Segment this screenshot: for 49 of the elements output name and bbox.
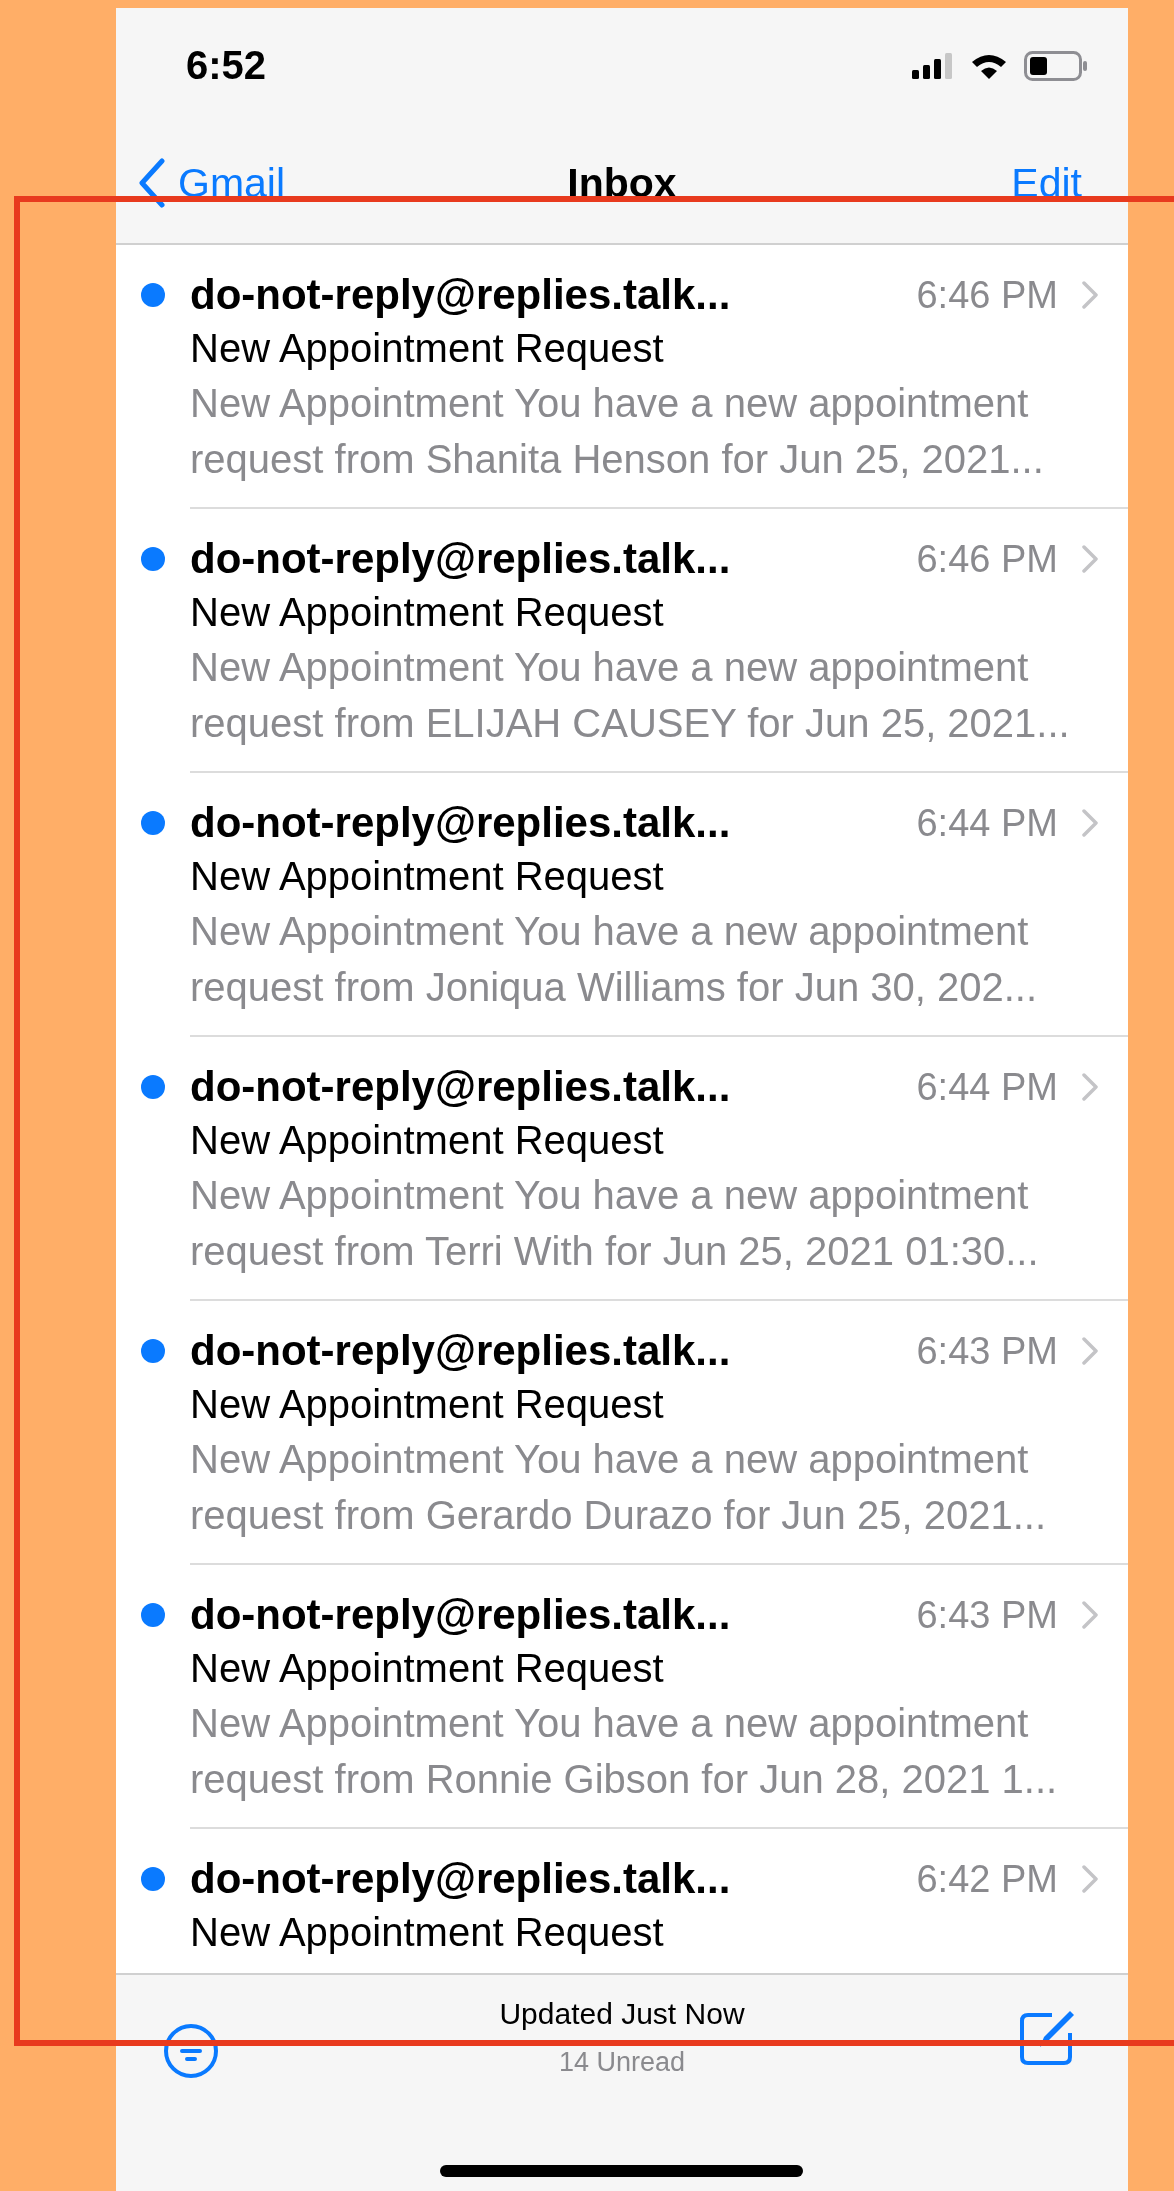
sender: do-not-reply@replies.talk... xyxy=(190,1854,731,1904)
sender: do-not-reply@replies.talk... xyxy=(190,534,731,584)
message-row[interactable]: do-not-reply@replies.talk... 6:44 PM New Appointment Request New Appointment You have a new appointment request from Terri With for Jun 25, 2021 01:30... xyxy=(116,1037,1128,1301)
sender: do-not-reply@replies.talk... xyxy=(190,1326,731,1376)
update-status: Updated Just Now xyxy=(499,1997,745,2031)
sender: do-not-reply@replies.talk... xyxy=(190,798,731,848)
message-row[interactable]: do-not-reply@replies.talk... 6:42 PM New Appointment Request xyxy=(116,1829,1128,1973)
message-subject: New Appointment Request xyxy=(190,853,665,900)
message-row[interactable]: do-not-reply@replies.talk... 6:43 PM New Appointment Request New Appointment You have a new appointment request from Gerardo Durazo for Jun 25, 2021... xyxy=(116,1301,1128,1565)
sender: do-not-reply@replies.talk... xyxy=(190,1062,731,1112)
message-subject: New Appointment Request xyxy=(190,1381,665,1428)
chevron-right-icon xyxy=(1082,1601,1098,1629)
signal-icon xyxy=(912,52,954,79)
message-preview: New Appointment You have a new appointment request from Ronnie Gibson for Jun 28, 2021 1... xyxy=(190,1700,1059,1803)
message-time: 6:43 PM xyxy=(916,1593,1058,1637)
chevron-right-icon xyxy=(1082,545,1098,573)
message-subject: New Appointment Request xyxy=(190,1645,665,1692)
message-time: 6:44 PM xyxy=(916,1065,1058,1109)
chevron-right-icon xyxy=(1082,1073,1098,1101)
message-subject: New Appointment Request xyxy=(190,325,665,372)
message-row[interactable]: do-not-reply@replies.talk... 6:44 PM New Appointment Request New Appointment You have a new appointment request from Joniqua Williams for Jun 30, 202... xyxy=(116,773,1128,1037)
unread-count: 14 Unread xyxy=(558,2047,686,2078)
status-time: 6:52 xyxy=(186,43,267,88)
message-preview: New Appointment You have a new appointment request from Terri With for Jun 25, 2021 01:30... xyxy=(190,1172,1040,1275)
message-time: 6:46 PM xyxy=(916,537,1058,581)
battery-icon xyxy=(1024,50,1088,81)
message-row[interactable]: do-not-reply@replies.talk... 6:46 PM New Appointment Request New Appointment You have a new appointment request from Shanita Henson for Jun 25, 2021... xyxy=(116,245,1128,509)
inbox-title: Inbox xyxy=(567,159,677,206)
chevron-right-icon xyxy=(1082,809,1098,837)
message-time: 6:43 PM xyxy=(916,1329,1058,1373)
message-preview: New Appointment You have a new appointment request from Joniqua Williams for Jun 30, 202... xyxy=(190,908,1039,1011)
chevron-right-icon xyxy=(1082,1337,1098,1365)
chevron-right-icon xyxy=(1082,1865,1098,1893)
message-row[interactable]: do-not-reply@replies.talk... 6:43 PM New Appointment Request New Appointment You have a new appointment request from Ronnie Gibson for Jun 28, 2021 1... xyxy=(116,1565,1128,1829)
message-time: 6:44 PM xyxy=(916,801,1058,845)
message-subject: New Appointment Request xyxy=(190,1117,665,1164)
message-preview: New Appointment You have a new appointment request from ELIJAH CAUSEY for Jun 25, 2021... xyxy=(190,644,1071,747)
message-subject: New Appointment Request xyxy=(190,589,665,636)
sender: do-not-reply@replies.talk... xyxy=(190,1590,731,1640)
back-button[interactable]: Gmail xyxy=(138,158,286,208)
message-preview: New Appointment You have a new appointment request from Gerardo Durazo for Jun 25, 2021... xyxy=(190,1436,1047,1539)
chevron-left-icon xyxy=(138,158,166,208)
message-subject: New Appointment Request xyxy=(190,1909,665,1956)
message-time: 6:42 PM xyxy=(916,1857,1058,1901)
sender: do-not-reply@replies.talk... xyxy=(190,270,731,320)
message-preview: New Appointment You have a new appointment request from Shanita Henson for Jun 25, 2021... xyxy=(190,380,1045,483)
message-time: 6:46 PM xyxy=(916,273,1058,317)
chevron-right-icon xyxy=(1082,281,1098,309)
message-row[interactable]: do-not-reply@replies.talk... 6:46 PM New Appointment Request New Appointment You have a new appointment request from ELIJAH CAUSEY for Jun 25, 2021... xyxy=(116,509,1128,773)
